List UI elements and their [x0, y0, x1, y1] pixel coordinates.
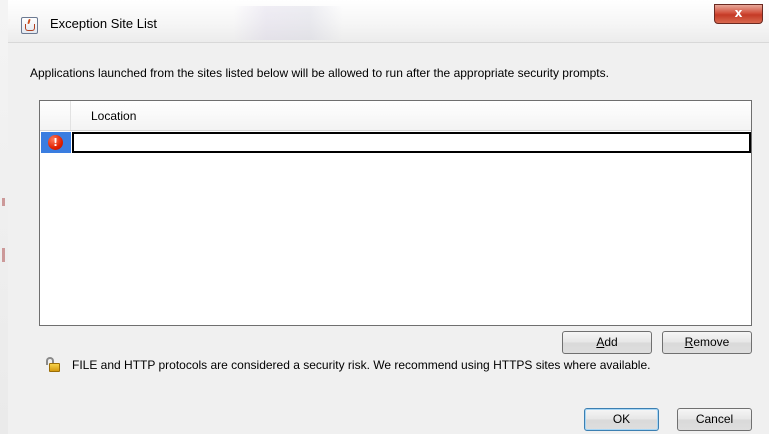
row-status-marker[interactable]: !: [41, 132, 71, 153]
title-bar-glass: [233, 6, 343, 40]
column-header-location[interactable]: Location: [91, 109, 136, 123]
close-button[interactable]: x: [714, 4, 763, 24]
security-notice: FILE and HTTP protocols are considered a…: [72, 358, 651, 372]
java-icon: [21, 17, 38, 34]
title-bar[interactable]: Exception Site List x: [8, 0, 769, 43]
ok-button[interactable]: OK: [584, 408, 659, 431]
location-input[interactable]: [72, 132, 751, 153]
cancel-button[interactable]: Cancel: [677, 408, 752, 431]
description-text: Applications launched from the sites lis…: [30, 66, 609, 80]
remove-button-mnemonic: R: [684, 335, 694, 349]
lock-icon: [44, 356, 60, 372]
add-button-label: dd: [604, 335, 618, 349]
site-list-table[interactable]: Location !: [39, 100, 752, 326]
table-header: Location: [40, 101, 751, 131]
header-row-marker-column: [40, 101, 71, 130]
error-icon: !: [48, 135, 63, 150]
background-window-edge: [0, 0, 8, 434]
exception-site-list-window: Exception Site List x Applications launc…: [0, 0, 769, 434]
remove-button[interactable]: Remove: [662, 331, 752, 354]
remove-button-label: emove: [693, 335, 730, 349]
add-button[interactable]: Add: [562, 331, 652, 354]
window-title: Exception Site List: [50, 16, 157, 31]
